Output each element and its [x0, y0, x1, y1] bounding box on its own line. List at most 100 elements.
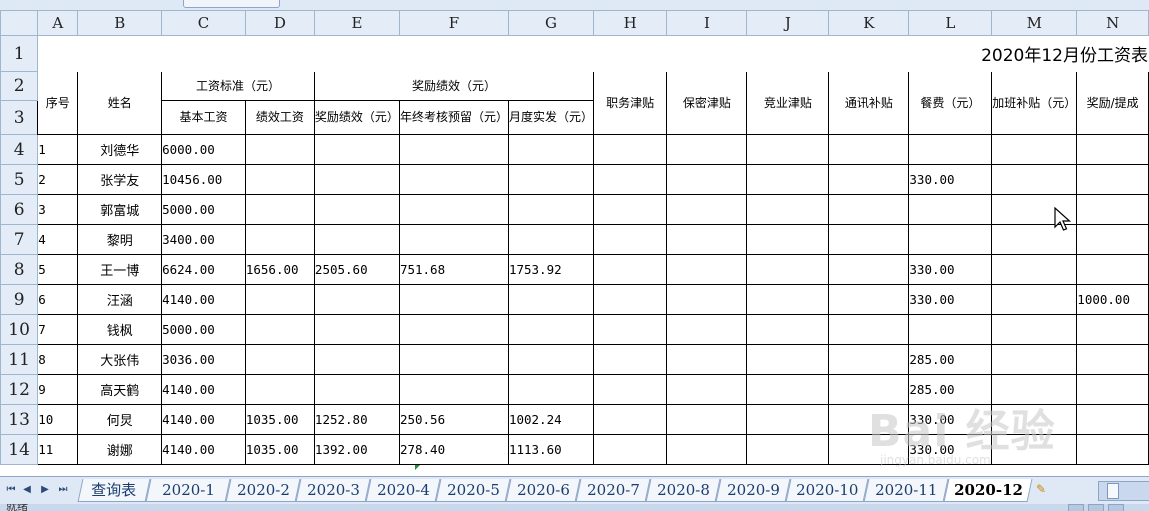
cell-bonus[interactable] — [313, 284, 400, 315]
header-secrecy-allowance[interactable]: 保密津贴 — [666, 71, 748, 135]
cell-base[interactable]: 5000.00 — [161, 314, 246, 345]
cell-empty[interactable] — [592, 434, 668, 465]
page-break-view-icon[interactable] — [1108, 504, 1124, 511]
cell-reward[interactable] — [1076, 224, 1149, 255]
cell-meal[interactable] — [908, 314, 993, 345]
cell-bonus[interactable] — [313, 224, 400, 255]
cell-name[interactable]: 谢娜 — [77, 434, 163, 465]
cell-bonus[interactable] — [313, 164, 400, 195]
sheet-title[interactable]: 2020年12月份工资表 — [37, 35, 1149, 72]
cell-empty[interactable] — [666, 434, 748, 465]
cell-empty[interactable] — [666, 314, 748, 345]
spreadsheet-grid[interactable]: A B C D E F G H I J K L M N 1 2020年12月份工… — [0, 10, 1149, 476]
prev-sheet-icon[interactable]: ◀ — [20, 483, 34, 497]
cell-base[interactable]: 6000.00 — [161, 134, 246, 165]
cell-perf[interactable] — [244, 344, 315, 375]
cell-actual[interactable] — [507, 224, 594, 255]
row-header[interactable]: 9 — [0, 284, 39, 315]
cell-empty[interactable] — [592, 374, 668, 405]
cell-bonus[interactable] — [313, 374, 400, 405]
cell-actual[interactable] — [507, 374, 594, 405]
cell-name[interactable]: 何炅 — [77, 404, 163, 435]
column-header[interactable]: L — [908, 10, 993, 36]
column-header[interactable]: N — [1076, 10, 1149, 36]
sheet-tab[interactable]: 2020-3 — [295, 479, 371, 502]
cell-empty[interactable] — [746, 134, 830, 165]
cell-seq[interactable]: 5 — [37, 254, 79, 285]
cell-meal[interactable]: 330.00 — [908, 254, 993, 285]
horizontal-scrollbar[interactable] — [1098, 481, 1149, 501]
cell-base[interactable]: 4140.00 — [161, 284, 246, 315]
cell-base[interactable]: 3400.00 — [161, 224, 246, 255]
cell-base[interactable]: 3036.00 — [161, 344, 246, 375]
cell-empty[interactable] — [991, 254, 1078, 285]
cell-name[interactable]: 大张伟 — [77, 344, 163, 375]
cell-meal[interactable] — [908, 134, 993, 165]
cell-base[interactable]: 4140.00 — [161, 434, 246, 465]
cell-seq[interactable]: 7 — [37, 314, 79, 345]
cell-empty[interactable] — [746, 284, 830, 315]
row-header[interactable]: 3 — [0, 100, 39, 135]
cell-empty[interactable] — [991, 404, 1078, 435]
cell-seq[interactable]: 11 — [37, 434, 79, 465]
row-header[interactable]: 11 — [0, 344, 39, 375]
cell-reserve[interactable]: 278.40 — [398, 434, 509, 465]
cell-empty[interactable] — [828, 314, 910, 345]
page-layout-view-icon[interactable] — [1088, 504, 1104, 511]
header-perf-salary[interactable]: 绩效工资 — [244, 100, 315, 135]
cell-name[interactable]: 钱枫 — [77, 314, 163, 345]
cell-name[interactable]: 刘德华 — [77, 134, 163, 165]
cell-empty[interactable] — [828, 404, 910, 435]
cell-reserve[interactable]: 250.56 — [398, 404, 509, 435]
sheet-tab[interactable]: 2020-10 — [785, 479, 869, 502]
header-name[interactable]: 姓名 — [77, 71, 163, 135]
cell-bonus[interactable] — [313, 134, 400, 165]
header-seq[interactable]: 序号 — [37, 71, 79, 135]
cell-empty[interactable] — [666, 344, 748, 375]
cell-empty[interactable] — [666, 224, 748, 255]
cell-bonus[interactable] — [313, 314, 400, 345]
cell-actual[interactable] — [507, 134, 594, 165]
cell-empty[interactable] — [746, 404, 830, 435]
cell-empty[interactable] — [746, 434, 830, 465]
cell-reward[interactable]: 1000.00 — [1076, 284, 1149, 315]
cell-seq[interactable]: 6 — [37, 284, 79, 315]
row-header[interactable]: 5 — [0, 164, 39, 195]
cell-actual[interactable] — [507, 284, 594, 315]
cell-empty[interactable] — [991, 314, 1078, 345]
cell-seq[interactable]: 2 — [37, 164, 79, 195]
cell-base[interactable]: 4140.00 — [161, 404, 246, 435]
cell-empty[interactable] — [746, 344, 830, 375]
cell-reward[interactable] — [1076, 194, 1149, 225]
sheet-tab[interactable]: 2020-1 — [145, 479, 231, 502]
cell-meal[interactable] — [908, 194, 993, 225]
cell-base[interactable]: 10456.00 — [161, 164, 246, 195]
select-all-corner[interactable] — [0, 10, 39, 36]
cell-empty[interactable] — [828, 254, 910, 285]
cell-reserve[interactable] — [398, 284, 509, 315]
cell-bonus[interactable] — [313, 344, 400, 375]
cell-name[interactable]: 高天鹤 — [77, 374, 163, 405]
cell-reserve[interactable] — [398, 194, 509, 225]
header-comm-subsidy[interactable]: 通讯补贴 — [828, 71, 910, 135]
cell-base[interactable]: 4140.00 — [161, 374, 246, 405]
cell-perf[interactable] — [244, 134, 315, 165]
cell-empty[interactable] — [828, 134, 910, 165]
next-sheet-icon[interactable]: ▶ — [38, 483, 52, 497]
cell-perf[interactable] — [244, 374, 315, 405]
cell-seq[interactable]: 4 — [37, 224, 79, 255]
cell-seq[interactable]: 9 — [37, 374, 79, 405]
column-header[interactable]: I — [666, 10, 748, 36]
column-header[interactable]: H — [592, 10, 668, 36]
sheet-tab[interactable]: 2020-8 — [645, 479, 721, 502]
cell-empty[interactable] — [991, 374, 1078, 405]
column-header[interactable]: F — [398, 10, 509, 36]
row-header[interactable]: 8 — [0, 254, 39, 285]
cell-reward[interactable] — [1076, 164, 1149, 195]
column-header[interactable]: G — [507, 10, 594, 36]
cell-empty[interactable] — [666, 284, 748, 315]
cell-reward[interactable] — [1076, 374, 1149, 405]
row-header[interactable]: 7 — [0, 224, 39, 255]
cell-perf[interactable]: 1035.00 — [244, 434, 315, 465]
first-sheet-icon[interactable]: ⏮ — [4, 483, 18, 497]
